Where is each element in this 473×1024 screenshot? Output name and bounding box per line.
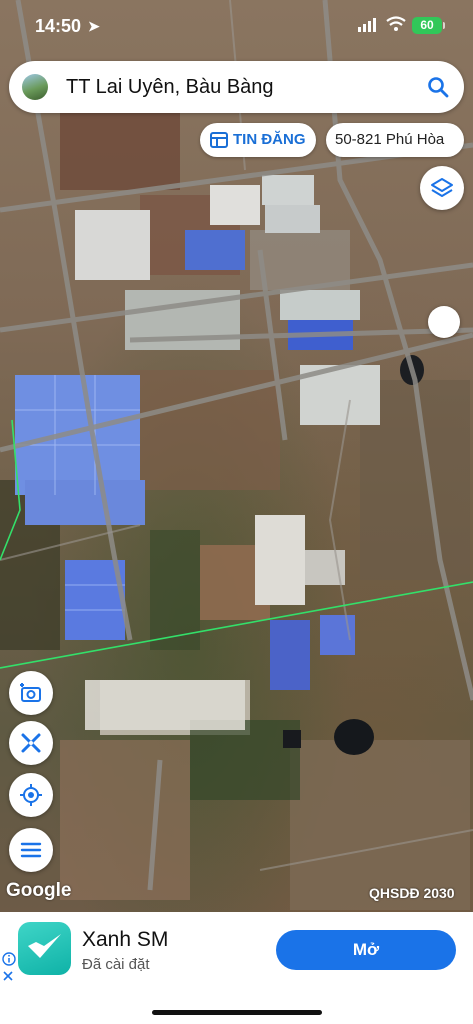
signal-icon: [358, 18, 376, 32]
close-icon[interactable]: [2, 970, 14, 982]
info-icon[interactable]: [2, 952, 16, 966]
ad-banner[interactable]: Xanh SM Đã cài đặt Mở: [0, 912, 473, 990]
map-overlay-label: QHSDĐ 2030: [369, 885, 455, 901]
listing-chip[interactable]: TIN ĐĂNG: [200, 123, 316, 157]
layers-icon: [431, 178, 453, 197]
compass-button[interactable]: [428, 306, 460, 338]
measure-icon: [21, 733, 41, 753]
listing-chip-label: TIN ĐĂNG: [233, 131, 306, 148]
my-location-icon: [20, 784, 42, 806]
bird-logo-icon: [28, 934, 61, 958]
search-bar[interactable]: TT Lai Uyên, Bàu Bàng: [9, 61, 464, 113]
status-time: 14:50: [35, 16, 82, 36]
add-photo-icon: [20, 683, 41, 702]
avatar[interactable]: [22, 74, 48, 100]
my-location-button[interactable]: [9, 773, 53, 817]
menu-icon: [20, 842, 42, 858]
battery-icon: 60: [412, 17, 442, 34]
app-icon[interactable]: [18, 922, 71, 975]
home-area: [0, 990, 473, 1024]
menu-button[interactable]: [9, 828, 53, 872]
search-icon[interactable]: [427, 76, 449, 98]
add-photo-button[interactable]: [9, 671, 53, 715]
ad-app-name[interactable]: Xanh SM: [82, 928, 168, 952]
battery-tip: [443, 22, 445, 29]
google-attribution: Google: [6, 880, 72, 901]
listing-icon: [210, 132, 228, 148]
ad-app-status: Đã cài đặt: [82, 956, 150, 973]
status-bar: 14:50 ➤ 60: [0, 0, 473, 52]
layers-button[interactable]: [420, 166, 464, 210]
search-query[interactable]: TT Lai Uyên, Bàu Bàng: [66, 76, 274, 99]
wifi-icon: [386, 16, 406, 31]
home-indicator[interactable]: [152, 1010, 322, 1015]
parcel-chip[interactable]: 50-821 Phú Hòa: [326, 123, 464, 157]
parcel-chip-label: 50-821 Phú Hòa: [335, 131, 445, 148]
location-arrow-icon: ➤: [88, 18, 100, 34]
measure-button[interactable]: [9, 721, 53, 765]
open-button[interactable]: Mở: [276, 930, 456, 970]
